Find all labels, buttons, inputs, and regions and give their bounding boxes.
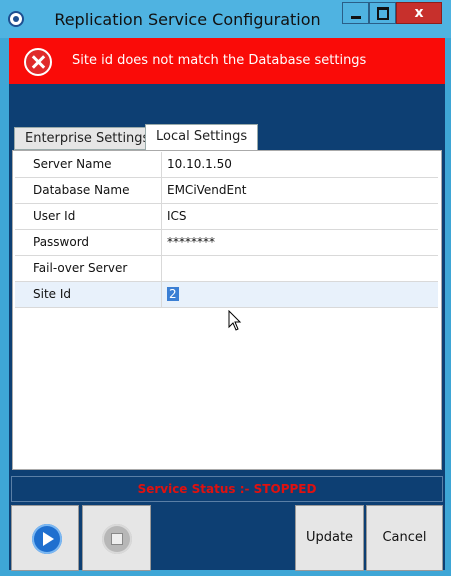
error-message: Site id does not match the Database sett… [72, 53, 367, 68]
setting-value[interactable]: ******** [167, 230, 215, 255]
setting-label: Site Id [15, 282, 162, 307]
service-status-bar: Service Status :- STOPPED [11, 476, 443, 502]
setting-row-password[interactable]: Password ******** [15, 230, 438, 256]
update-button[interactable]: Update [295, 505, 364, 571]
title-bar[interactable]: Replication Service Configuration x [0, 0, 451, 38]
cancel-button[interactable]: Cancel [366, 505, 443, 571]
tab-local-settings[interactable]: Local Settings [145, 124, 259, 150]
setting-label: Fail-over Server [15, 256, 162, 281]
stop-service-button[interactable] [82, 505, 151, 571]
app-window: Replication Service Configuration x Site… [0, 0, 451, 576]
settings-grid: Server Name 10.10.1.50 Database Name EMC… [15, 152, 438, 308]
setting-value[interactable]: 2 [167, 282, 179, 307]
site-id-cell [162, 282, 438, 307]
window-title: Replication Service Configuration [54, 10, 321, 29]
setting-label: User Id [15, 204, 162, 229]
error-icon [24, 48, 52, 76]
play-icon [32, 524, 62, 554]
setting-label: Server Name [15, 152, 162, 177]
service-status-text: Service Status :- STOPPED [137, 482, 317, 496]
setting-row-failover-server[interactable]: Fail-over Server [15, 256, 438, 282]
setting-row-database-name[interactable]: Database Name EMCiVendEnt [15, 178, 438, 204]
error-banner: Site id does not match the Database sett… [9, 38, 445, 84]
minimize-button[interactable] [342, 2, 369, 24]
setting-value[interactable]: ICS [167, 204, 187, 229]
tab-strip: Enterprise Settings Local Settings [12, 124, 442, 150]
site-id-selected-text[interactable]: 2 [167, 287, 179, 301]
setting-label: Password [15, 230, 162, 255]
client-area: Site id does not match the Database sett… [9, 38, 445, 571]
stop-icon [102, 524, 132, 554]
setting-value[interactable]: 10.10.1.50 [167, 152, 232, 177]
setting-row-user-id[interactable]: User Id ICS [15, 204, 438, 230]
setting-row-site-id[interactable]: Site Id 2 [15, 282, 438, 308]
setting-label: Database Name [15, 178, 162, 203]
settings-panel: Server Name 10.10.1.50 Database Name EMC… [12, 150, 442, 470]
close-icon: x [414, 5, 424, 21]
setting-row-server-name[interactable]: Server Name 10.10.1.50 [15, 152, 438, 178]
start-service-button[interactable] [11, 505, 79, 571]
maximize-button[interactable] [369, 2, 396, 24]
tab-enterprise-settings[interactable]: Enterprise Settings [14, 127, 161, 150]
mouse-cursor-icon [228, 310, 242, 331]
setting-value[interactable]: EMCiVendEnt [167, 178, 246, 203]
close-button[interactable]: x [396, 2, 442, 24]
